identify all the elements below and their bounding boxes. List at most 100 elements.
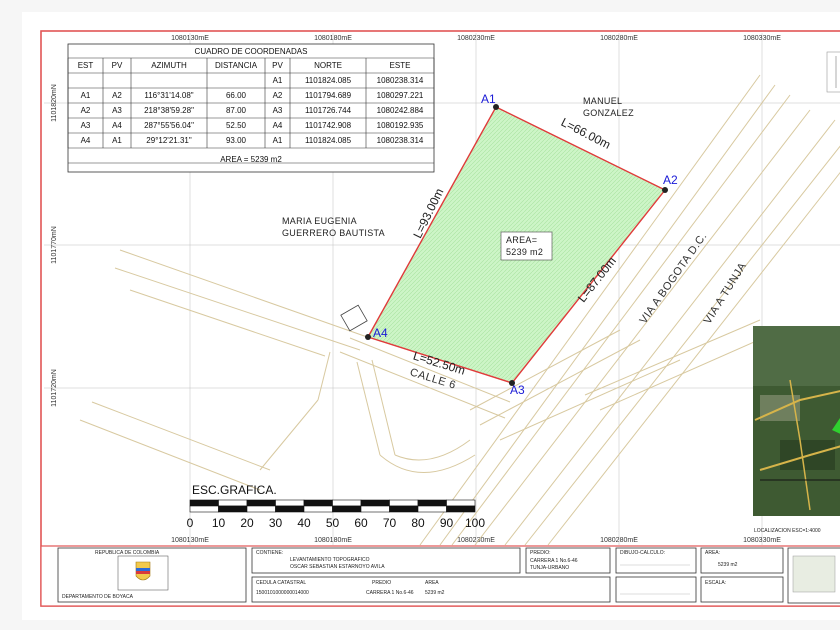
tb-contains-line2: OSCAR SEBASTIAN ESTARNOYO AVILA: [290, 564, 385, 570]
scale-tick-label: 10: [212, 516, 226, 530]
table-area: AREA = 5239 m2: [220, 155, 282, 164]
scale-segment: [389, 499, 419, 507]
grid-label: 1080130mE: [171, 537, 209, 544]
scale-segment: [218, 505, 248, 513]
vertex-label-a2: A2: [663, 173, 678, 187]
tb-contains-label: CONTIENE:: [256, 550, 283, 556]
scale-segment: [446, 499, 476, 507]
table-header: PV: [112, 61, 123, 70]
scale-tick-label: 0: [187, 516, 194, 530]
scale-segment: [417, 499, 447, 507]
tb-predio2-value: CARRERA 1 No.6-46: [366, 590, 414, 596]
scale-segment: [332, 499, 362, 507]
table-cell: A1: [273, 76, 283, 85]
scale-segment: [189, 505, 219, 513]
table-cell: 1101824.085: [305, 136, 352, 145]
tb-area2-label: AREA: [425, 580, 439, 586]
table-header: AZIMUTH: [151, 61, 187, 70]
scale-segment: [360, 505, 390, 513]
vertex-label-a1: A1: [481, 92, 496, 106]
area-value: 5239 m2: [506, 247, 543, 257]
tb-predio-line2: TUNJA-URBANO: [530, 565, 569, 571]
tb-cedula-label: CEDULA CATASTRAL: [256, 580, 306, 586]
table-header: PV: [272, 61, 283, 70]
scale-segment: [246, 505, 276, 513]
table-cell: A3: [112, 106, 122, 115]
scale-tick-label: 20: [240, 516, 254, 530]
table-header: DISTANCIA: [215, 61, 258, 70]
vertex-label-a3: A3: [510, 383, 525, 397]
vertex-label-a4: A4: [373, 326, 388, 340]
scale-segment: [332, 505, 362, 513]
owner-west-line2: GUERRERO BAUTISTA: [282, 228, 385, 238]
scale-segment: [189, 499, 219, 507]
tb-escala-label: ESCALA:: [705, 580, 726, 586]
grid-label: 1080330mE: [743, 537, 781, 544]
table-cell: A4: [81, 136, 91, 145]
scale-segment: [303, 499, 333, 507]
scale-tick-label: 50: [326, 516, 340, 530]
table-cell: 1080242.884: [377, 106, 424, 115]
title-block: REPUBLICA DE COLOMBIA DEPARTAMENTO DE BO…: [40, 545, 840, 607]
table-cell: 1080192.935: [377, 121, 424, 130]
table-cell: A2: [112, 91, 122, 100]
tb-dibujo-label: DIBUJO-CALCULO:: [620, 550, 665, 556]
tb-cedula-value: 1500101000000014000: [256, 590, 309, 596]
table-cell: 116°31'14.08": [144, 91, 193, 100]
table-cell: 218°38'59.28": [144, 106, 194, 115]
grid-label: 1080130mE: [171, 35, 209, 42]
table-cell: 87.00: [226, 106, 247, 115]
scale-segment: [303, 505, 333, 513]
table-cell: 52.50: [226, 121, 247, 130]
table-cell: 66.00: [226, 91, 247, 100]
tb-predio2-label: PREDIO: [372, 580, 391, 586]
scale-title: ESC.GRAFICA.: [192, 483, 277, 497]
scale-segment: [446, 505, 476, 513]
table-title: CUADRO DE COORDENADAS: [195, 47, 308, 56]
scale-segment: [246, 499, 276, 507]
vertex-point[interactable]: [365, 334, 371, 340]
grid-label: 1080180mE: [314, 537, 352, 544]
scale-tick-label: 100: [465, 516, 485, 530]
table-cell: 29°12'21.31": [146, 136, 192, 145]
table-cell: 93.00: [226, 136, 247, 145]
coordinate-table: CUADRO DE COORDENADAS EST PV AZIMUTH DISTANC…: [67, 43, 435, 173]
tb-area2-value: 5239 m2: [425, 590, 445, 596]
grid-label: 1080230mE: [457, 35, 495, 42]
table-cell: A2: [81, 106, 91, 115]
grid-label: 1101770mN: [51, 226, 58, 264]
scale-segment: [389, 505, 419, 513]
tb-area-label: AREA:: [705, 550, 720, 556]
tb-predio-line1: CARRERA 1 No.6-46: [530, 558, 578, 564]
scale-segment: [360, 499, 390, 507]
scale-tick-label: 70: [383, 516, 397, 530]
tb-contains-line1: LEVANTAMIENTO TOPOGRAFICO: [290, 557, 370, 563]
table-cell: 287°55'56.04": [144, 121, 194, 130]
table-header: EST: [78, 61, 94, 70]
scale-tick-label: 90: [440, 516, 454, 530]
scale-segment: [275, 505, 305, 513]
coat-of-arms-icon: [117, 555, 169, 591]
vertex-point[interactable]: [662, 187, 668, 193]
table-cell: A4: [112, 121, 122, 130]
table-cell: A3: [81, 121, 91, 130]
scale-tick-label: 80: [411, 516, 425, 530]
north-arrow-box: [826, 51, 840, 93]
scale-tick-label: 30: [269, 516, 283, 530]
table-header: ESTE: [390, 61, 411, 70]
tb-area-value: 5239 m2: [718, 562, 738, 568]
grid-label: 1080330mE: [743, 35, 781, 42]
area-title: AREA=: [506, 235, 537, 245]
location-map-caption: LOCALIZACION ESC=1:4000: [754, 528, 821, 534]
table-cell: 1080238.314: [377, 136, 424, 145]
tb-predio-label: PREDIO:: [530, 550, 551, 556]
scale-tick-label: 60: [354, 516, 368, 530]
tb-entity-line1: REPUBLICA DE COLOMBIA: [95, 550, 160, 556]
table-cell: 1080238.314: [377, 76, 424, 85]
table-cell: A3: [273, 106, 283, 115]
table-cell: A2: [273, 91, 283, 100]
table-cell: A1: [273, 136, 283, 145]
table-header: NORTE: [314, 61, 342, 70]
table-cell: A1: [81, 91, 91, 100]
table-cell: 1101742.908: [305, 121, 352, 130]
